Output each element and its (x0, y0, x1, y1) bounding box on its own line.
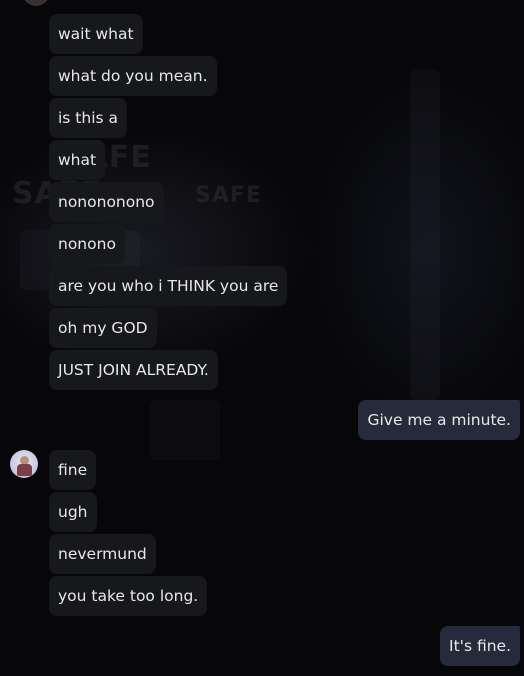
outgoing-message: Give me a minute. (358, 400, 520, 440)
incoming-message: JUST JOIN ALREADY. (49, 350, 218, 390)
avatar[interactable] (10, 450, 38, 478)
avatar[interactable] (22, 0, 50, 6)
incoming-message: fine (49, 450, 97, 490)
incoming-message: you take too long. (49, 576, 208, 616)
chat-log: wait what what do you mean. is this a wh… (0, 0, 524, 676)
incoming-message: are you who i THINK you are (49, 266, 288, 306)
incoming-message: is this a (49, 98, 128, 138)
outgoing-message: It's fine. (440, 626, 520, 666)
incoming-message: what (49, 140, 106, 180)
avatar-figure-body (17, 464, 32, 476)
incoming-message: ugh (49, 492, 97, 532)
incoming-message: wait what (49, 14, 143, 54)
incoming-message: oh my GOD (49, 308, 157, 348)
incoming-message: nevermund (49, 534, 156, 574)
incoming-message: nonononono (49, 182, 164, 222)
incoming-message: nonono (49, 224, 125, 264)
incoming-message: what do you mean. (49, 56, 217, 96)
